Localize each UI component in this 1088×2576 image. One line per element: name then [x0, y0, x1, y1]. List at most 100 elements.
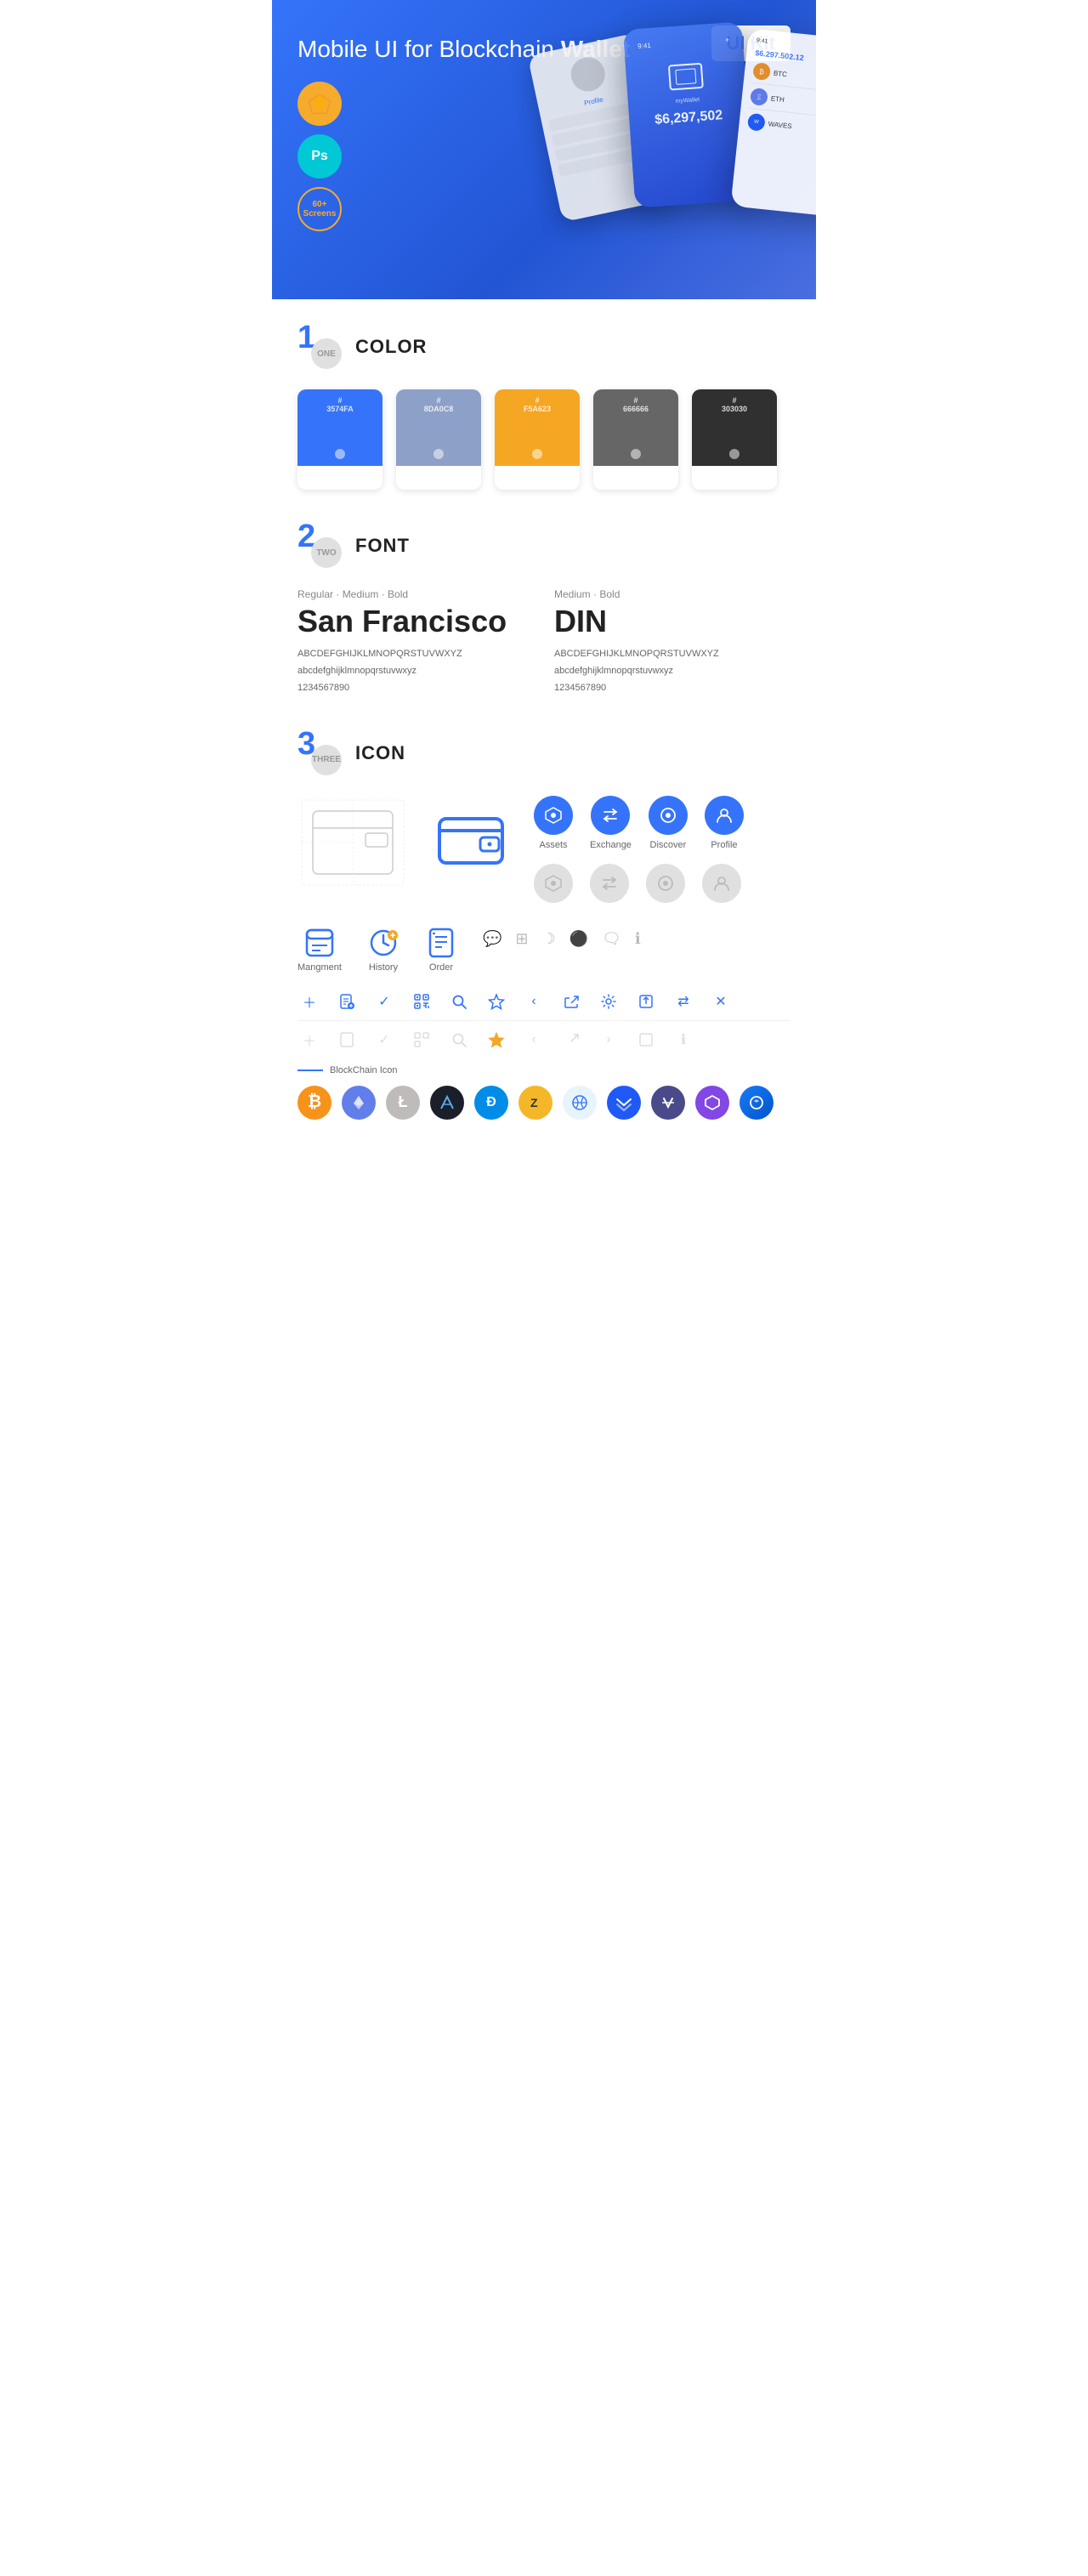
sketch-badge: [298, 82, 342, 126]
icon-section-number: 3 THREE: [298, 731, 342, 775]
dash-icon: Đ: [474, 1086, 508, 1120]
sf-lowercase: abcdefghijklmnopqrstuvwxyz: [298, 663, 534, 680]
ps-badge: Ps: [298, 134, 342, 179]
screens-badge: 60+Screens: [298, 187, 342, 231]
share-icon: [559, 990, 583, 1013]
profile-nav-icon-inactive: [702, 864, 741, 903]
assets-icon-circle: [534, 796, 573, 835]
profile-label: Profile: [711, 840, 737, 850]
font-din: Medium · Bold DIN ABCDEFGHIJKLMNOPQRSTUV…: [554, 588, 790, 696]
color-section: 1 ONE COLOR #3574FA #8DA0C8: [298, 325, 790, 490]
assets-label: Assets: [539, 840, 567, 850]
search-icon-grey: [447, 1028, 471, 1052]
blockchain-icon-label: BlockChain Icon: [298, 1065, 790, 1075]
color-section-header: 1 ONE COLOR: [298, 325, 790, 369]
action-icons-inactive: ＋ ✓ ‹ ›: [298, 1028, 790, 1052]
polygon-icon: [695, 1086, 729, 1120]
icon-section-header: 3 THREE ICON: [298, 731, 790, 775]
swatch-blue: #3574FA: [298, 389, 382, 490]
gear-icon: [597, 990, 620, 1013]
blockchain-text: BlockChain Icon: [330, 1065, 398, 1075]
din-font-name: DIN: [554, 604, 790, 639]
divider-1: [298, 1020, 790, 1021]
star-icon-active: [484, 1028, 508, 1052]
nav-icons-active-row: Assets Exchange Discover: [534, 796, 744, 850]
plus-icon: ＋: [298, 990, 321, 1013]
swatch-greyblue: #8DA0C8: [396, 389, 481, 490]
swatch-orange: #F5A623: [495, 389, 580, 490]
color-section-number: 1 ONE: [298, 325, 342, 369]
unknown-crypto-icon: [740, 1086, 774, 1120]
sf-numbers: 1234567890: [298, 680, 534, 697]
check-icon: ✓: [372, 990, 396, 1013]
profile-nav-icon: Profile: [705, 796, 744, 850]
discover-label: Discover: [650, 840, 687, 850]
management-label: Mangment: [298, 962, 342, 973]
color-title: COLOR: [355, 336, 427, 358]
doc-edit-icon: [335, 990, 359, 1013]
swap-icon: ⇄: [672, 990, 695, 1013]
action-icons-active: ＋ ✓ ‹: [298, 990, 790, 1013]
svg-text:Z: Z: [530, 1096, 538, 1109]
exchange-nav-icon: Exchange: [590, 796, 632, 850]
moon-icon: ☽: [542, 930, 556, 948]
back-icon-grey: ‹: [522, 1028, 546, 1052]
zcash-icon: Z: [518, 1086, 552, 1120]
profile-icon-circle: [705, 796, 744, 835]
hero-title-normal: Mobile UI for Blockchain: [298, 36, 561, 62]
plus-icon-grey: ＋: [298, 1028, 321, 1052]
icon-solid-container: [428, 796, 513, 881]
icon-title: ICON: [355, 742, 405, 764]
nav-icons-container: Assets Exchange Discover: [534, 796, 744, 903]
history-icon: [367, 927, 400, 959]
discover-nav-icon: Discover: [649, 796, 688, 850]
sf-style-label: Regular · Medium · Bold: [298, 588, 534, 600]
blockchain-line: [298, 1070, 323, 1071]
eth-icon: [342, 1086, 376, 1120]
info-icon-grey: ℹ: [672, 1028, 695, 1052]
waves-icon: [607, 1086, 641, 1120]
chat-icon: 💬: [483, 930, 502, 948]
order-label: Order: [429, 962, 453, 973]
search-icon: [447, 990, 471, 1013]
color-swatches: #3574FA #8DA0C8 #F5A623: [298, 389, 790, 490]
nano-icon: [651, 1086, 685, 1120]
order-tab-icon: Order: [425, 927, 457, 973]
qr-icon: [410, 990, 434, 1013]
swatch-dark: #303030: [692, 389, 777, 490]
management-tab-icon: Mangment: [298, 927, 342, 973]
sf-font-name: San Francisco: [298, 604, 534, 639]
share-icon-grey: [559, 1028, 583, 1052]
swatch-grey: #666666: [593, 389, 678, 490]
assets-nav-icon-inactive: [534, 864, 573, 903]
close-icon: ✕: [709, 990, 733, 1013]
sf-uppercase: ABCDEFGHIJKLMNOPQRSTUVWXYZ: [298, 646, 534, 663]
font-grid: Regular · Medium · Bold San Francisco AB…: [298, 588, 790, 696]
exchange-nav-icon-inactive: [590, 864, 629, 903]
wireframe-wallet-icon: [298, 796, 408, 889]
din-numbers: 1234567890: [554, 680, 790, 697]
layers-icon: ⊞: [515, 930, 528, 948]
feather-icon: [430, 1086, 464, 1120]
exchange-icon-circle: [591, 796, 630, 835]
font-section: 2 TWO FONT Regular · Medium · Bold San F…: [298, 524, 790, 696]
icon-top-row: Assets Exchange Discover: [298, 796, 790, 903]
utility-icons-group: 💬 ⊞ ☽ ⚫ 🗨 ℹ: [483, 927, 641, 948]
circle-icon: ⚫: [570, 930, 588, 948]
nav-icons-inactive-row: [534, 864, 744, 903]
font-section-number: 2 TWO: [298, 524, 342, 568]
forward-icon-grey: ›: [597, 1028, 620, 1052]
qr-icon-grey: [410, 1028, 434, 1052]
icon-wireframe-container: [298, 796, 408, 889]
message-icon: 🗨: [602, 930, 621, 948]
ltc-icon: Ł: [386, 1086, 420, 1120]
icon-section: 3 THREE ICON: [298, 731, 790, 1120]
history-label: History: [369, 962, 398, 973]
btc-icon: ₿: [298, 1086, 332, 1120]
solid-wallet-icon: [433, 800, 509, 877]
assets-nav-icon: Assets: [534, 796, 573, 850]
check-icon-grey: ✓: [372, 1028, 396, 1052]
din-style-label: Medium · Bold: [554, 588, 790, 600]
export-icon: [634, 990, 658, 1013]
grid-icon: [563, 1086, 597, 1120]
